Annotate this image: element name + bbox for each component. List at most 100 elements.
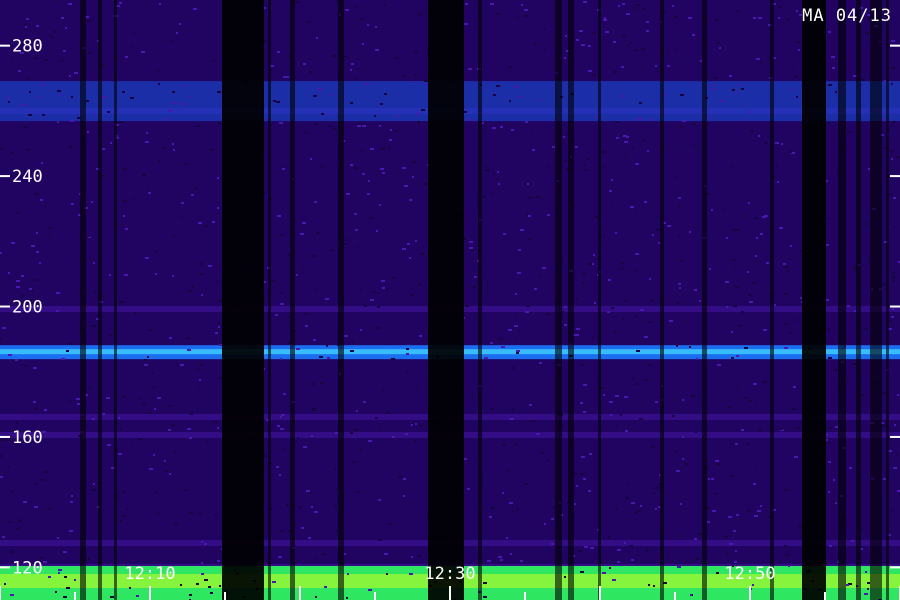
noise-speck [409,573,413,575]
noise-speck [307,21,311,23]
noise-speck [748,375,750,377]
noise-speck [48,227,52,229]
noise-speck [33,279,37,281]
noise-speck [58,569,62,571]
noise-speck [158,83,160,85]
noise-speck [689,346,691,348]
noise-speck [578,550,582,552]
noise-speck [184,489,187,491]
noise-speck [831,341,834,343]
noise-speck [777,181,779,183]
noise-speck [846,584,849,586]
noise-speck [711,84,714,86]
noise-speck [868,168,870,170]
noise-speck [465,3,468,5]
noise-speck [94,291,96,293]
noise-speck [672,5,674,7]
noise-speck [44,409,47,411]
noise-speck [280,234,284,236]
y-tick-label: 200 [12,298,43,318]
noise-speck [297,437,299,439]
noise-speck [23,126,27,128]
noise-speck [354,78,356,80]
noise-speck [169,337,172,339]
noise-speck [316,232,319,234]
noise-speck [29,91,31,93]
noise-speck [0,476,3,478]
noise-speck [93,262,95,264]
noise-speck [626,497,629,499]
noise-speck [74,579,76,581]
noise-speck [514,325,518,327]
noise-speck [491,408,494,410]
noise-speck [667,556,669,558]
noise-speck [676,345,678,347]
data-gap [856,0,861,600]
noise-speck [693,123,696,125]
noise-speck [181,217,183,219]
noise-speck [583,411,586,413]
noise-speck [10,490,13,492]
noise-speck [785,554,789,556]
noise-speck [24,24,27,26]
noise-speck [149,412,151,414]
noise-speck [389,523,392,525]
noise-speck [212,221,215,223]
noise-speck [491,507,495,509]
noise-speck [415,423,417,425]
noise-speck [800,297,802,299]
noise-speck [106,397,110,399]
noise-speck [155,492,158,494]
noise-speck [892,276,896,278]
noise-speck [515,340,517,342]
noise-speck [892,67,895,69]
noise-speck [796,10,798,12]
noise-speck [635,270,637,272]
noise-speck [643,140,646,142]
noise-speck [310,158,312,160]
noise-speck [635,163,639,165]
noise-speck [634,49,637,51]
noise-speck [854,310,856,312]
noise-speck [389,139,392,141]
noise-speck [77,403,80,405]
noise-speck [56,310,59,312]
noise-speck [7,97,10,99]
noise-speck [33,367,37,369]
noise-speck [866,328,868,330]
noise-speck [648,584,650,586]
noise-speck [162,147,165,149]
data-gap [555,0,562,600]
noise-speck [524,15,528,17]
noise-speck [793,319,796,321]
noise-speck [381,148,385,150]
noise-speck [669,320,673,322]
noise-speck [403,75,406,77]
noise-speck [500,559,503,561]
noise-speck [347,573,349,575]
noise-speck [213,421,217,423]
noise-speck [277,51,280,53]
noise-speck [516,352,519,354]
noise-speck [564,324,567,326]
noise-speck [611,204,613,206]
noise-speck [34,506,38,508]
noise-speck [715,19,719,21]
noise-speck [149,468,153,470]
noise-speck [465,305,469,307]
noise-speck [882,119,885,121]
noise-speck [648,364,652,366]
noise-speck [833,479,835,481]
noise-speck [8,272,10,274]
noise-speck [831,56,835,58]
noise-speck [882,284,885,286]
noise-speck [279,474,281,476]
noise-speck [509,502,513,504]
noise-speck [517,17,519,19]
noise-speck [158,160,160,162]
noise-speck [302,222,306,224]
noise-speck [102,96,106,98]
noise-speck [592,74,596,76]
noise-speck [832,67,835,69]
noise-speck [794,76,798,78]
